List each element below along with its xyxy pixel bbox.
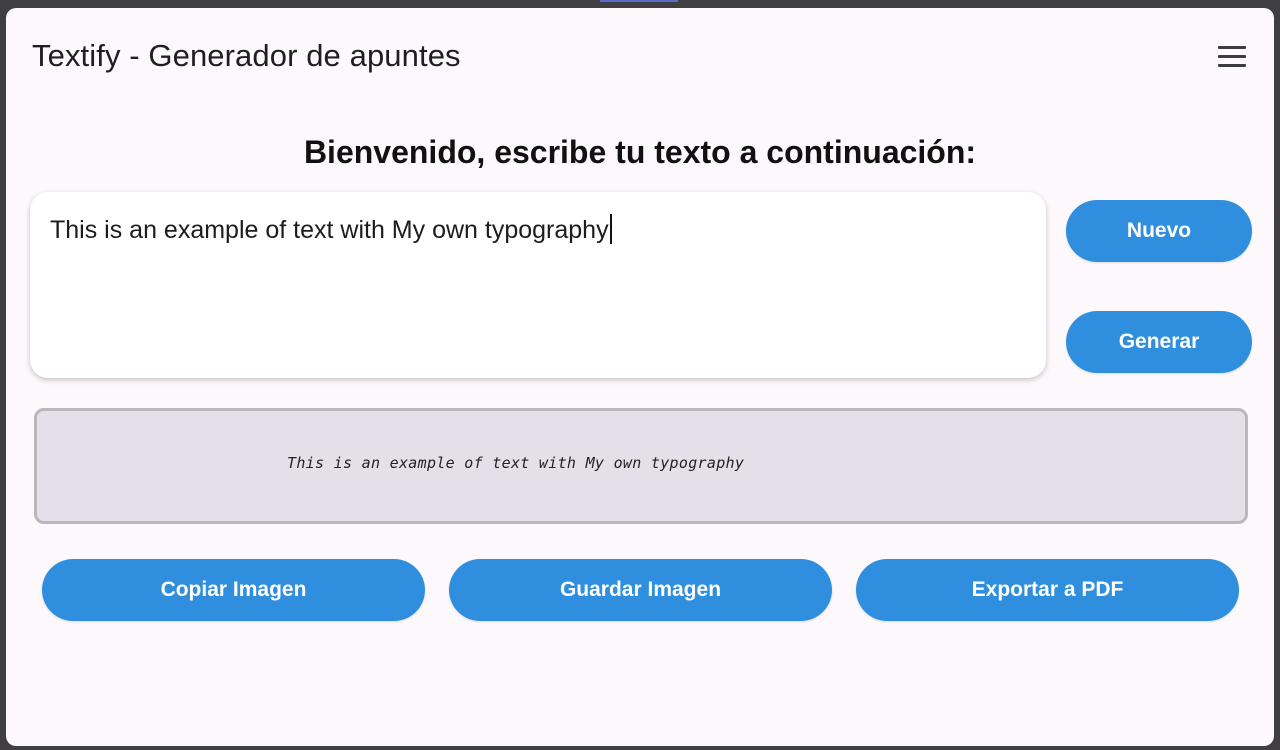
generate-button[interactable]: Generar <box>1066 311 1252 373</box>
text-caret <box>609 214 612 244</box>
text-input-field[interactable]: This is an example of text with My own t… <box>30 192 1046 378</box>
app-window: Textify - Generador de apuntes Bienvenid… <box>6 8 1274 746</box>
app-title: Textify - Generador de apuntes <box>32 38 461 73</box>
handwriting-preview: This is an example of text with My own t… <box>34 408 1248 524</box>
text-input-value: This is an example of text with My own t… <box>50 214 612 245</box>
copy-image-button[interactable]: Copiar Imagen <box>42 559 425 621</box>
device-frame: Textify - Generador de apuntes Bienvenid… <box>0 0 1280 750</box>
preview-text: This is an example of text with My own t… <box>287 454 745 472</box>
new-button[interactable]: Nuevo <box>1066 200 1252 262</box>
status-indicator <box>600 0 678 2</box>
hamburger-menu-icon[interactable] <box>1212 42 1248 72</box>
page-headline: Bienvenido, escribe tu texto a continuac… <box>303 134 977 170</box>
save-image-button[interactable]: Guardar Imagen <box>449 559 832 621</box>
export-pdf-button[interactable]: Exportar a PDF <box>856 559 1239 621</box>
